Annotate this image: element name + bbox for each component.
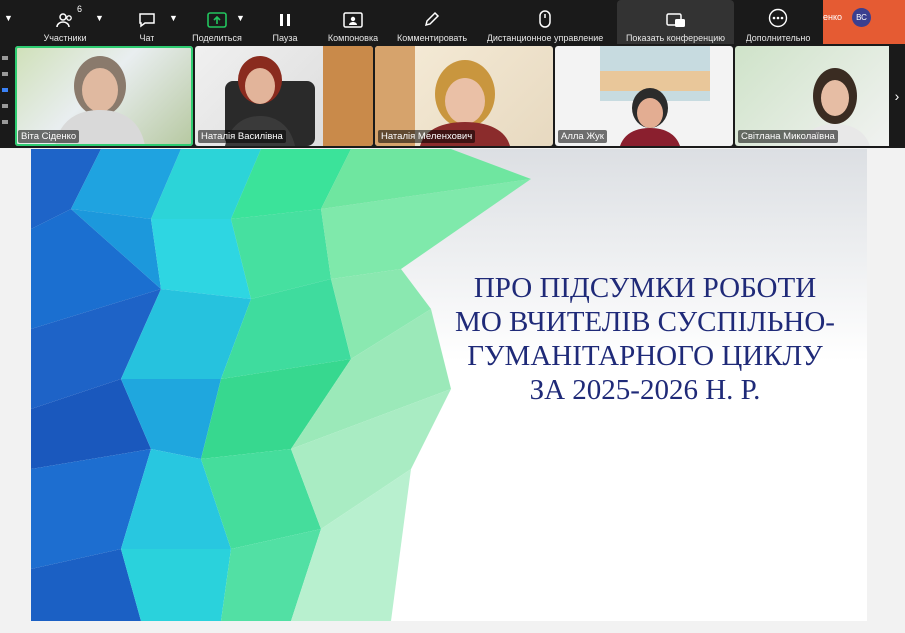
share-label: Поделиться (192, 33, 242, 43)
annotate-button[interactable]: Комментировать (392, 0, 472, 44)
chat-label: Чат (139, 33, 155, 43)
annotate-label: Комментировать (396, 33, 468, 43)
pencil-icon (423, 0, 441, 28)
video-tile-4[interactable]: Алла Жук (555, 46, 733, 146)
chevron-down-icon[interactable]: ▼ (95, 13, 104, 23)
window-icon (665, 0, 686, 28)
more-button[interactable]: Дополнительно (738, 0, 818, 44)
current-user-name: енко (823, 12, 843, 22)
participant-video-strip: Віта Сіденко Наталія Василівна Наталія М… (14, 44, 905, 148)
layout-label: Компоновка (327, 33, 379, 43)
chat-icon (138, 0, 156, 28)
participant-name: Світлана Миколаївна (738, 130, 838, 143)
layout-icon (343, 0, 363, 28)
mouse-icon (538, 0, 552, 28)
slide-title-line: МО ВЧИТЕЛІВ СУСПІЛЬНО- (455, 306, 835, 338)
remote-control-button[interactable]: Дистанционное управление (478, 0, 612, 44)
meeting-toolbar: ▼ Участники 6 ▼ Чат ▼ Поделиться ▼ Пауза… (0, 0, 905, 44)
pause-label: Пауза (272, 33, 298, 43)
participant-name: Алла Жук (558, 130, 607, 143)
video-tile-5[interactable]: Світлана Миколаївна (735, 46, 903, 146)
pause-icon (278, 0, 292, 28)
show-conference-label: Показать конференцию (625, 33, 726, 43)
chevron-down-icon[interactable]: ▼ (4, 13, 13, 23)
video-tile-3[interactable]: Наталія Меленхович (375, 46, 553, 146)
side-control-strip (0, 44, 14, 148)
avatar[interactable]: ВС (852, 8, 871, 27)
video-tile-1[interactable]: Віта Сіденко (15, 46, 193, 146)
slide-title-line: ЗА 2025-2026 Н. Р. (529, 374, 761, 406)
participant-name: Наталія Меленхович (378, 130, 476, 143)
slide-title-line: ГУМАНІТАРНОГО ЦИКЛУ (467, 340, 823, 372)
participants-icon (56, 0, 74, 28)
participant-name: Віта Сіденко (18, 130, 80, 143)
chevron-right-icon[interactable]: › (889, 44, 905, 148)
participant-name: Наталія Василівна (198, 130, 286, 143)
shared-slide: ПРО ПІДСУМКИ РОБОТИ МО ВЧИТЕЛІВ СУСПІЛЬН… (31, 149, 867, 621)
participants-button[interactable]: Участники (35, 0, 95, 44)
chat-button[interactable]: Чат (122, 0, 172, 44)
share-screen-icon (207, 0, 227, 28)
layout-button[interactable]: Компоновка (318, 0, 388, 44)
remote-control-label: Дистанционное управление (486, 33, 604, 43)
pause-button[interactable]: Пауза (260, 0, 310, 44)
more-icon (768, 0, 788, 28)
show-conference-button[interactable]: Показать конференцию (617, 0, 734, 44)
more-label: Дополнительно (745, 33, 811, 43)
participants-count: 6 (77, 4, 83, 14)
chevron-down-icon[interactable]: ▼ (236, 13, 245, 23)
video-tile-2[interactable]: Наталія Василівна (195, 46, 373, 146)
slide-title-line: ПРО ПІДСУМКИ РОБОТИ (473, 272, 817, 304)
slide-title: ПРО ПІДСУМКИ РОБОТИ МО ВЧИТЕЛІВ СУСПІЛЬН… (431, 271, 859, 407)
participants-label: Участники (43, 33, 87, 43)
chevron-down-icon[interactable]: ▼ (169, 13, 178, 23)
